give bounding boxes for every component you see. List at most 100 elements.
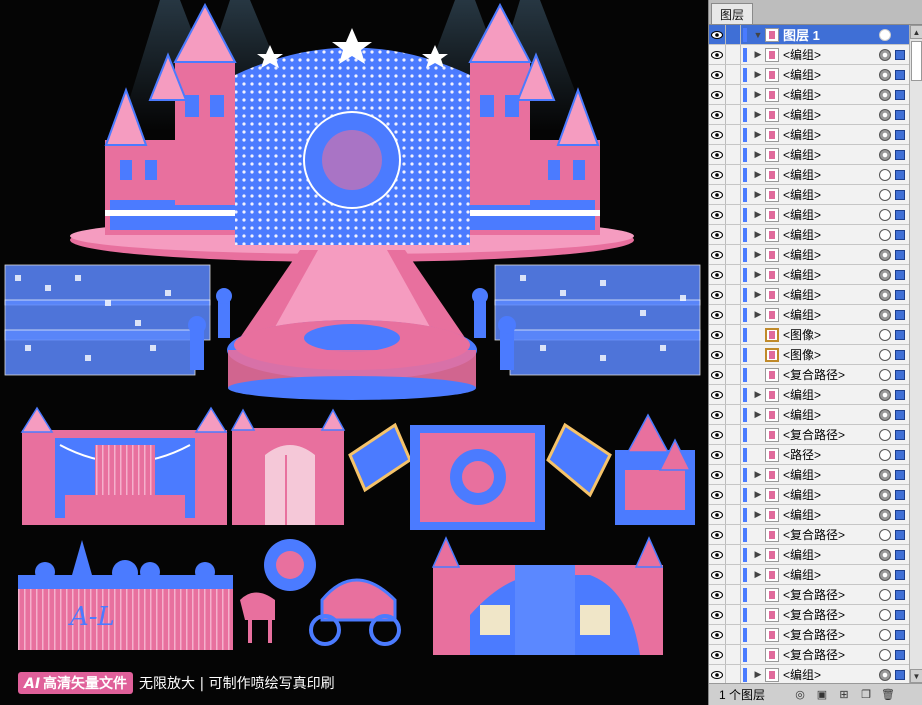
layer-name[interactable]: <编组> bbox=[783, 406, 879, 423]
target-circle-icon[interactable] bbox=[879, 668, 891, 681]
visibility-eye-icon[interactable] bbox=[709, 105, 726, 124]
target-circle-icon[interactable] bbox=[879, 168, 891, 181]
lock-toggle[interactable] bbox=[726, 305, 741, 324]
visibility-eye-icon[interactable] bbox=[709, 665, 726, 683]
expand-triangle-icon[interactable]: ▶ bbox=[751, 249, 765, 260]
visibility-eye-icon[interactable] bbox=[709, 445, 726, 464]
lock-toggle[interactable] bbox=[726, 465, 741, 484]
selection-square-icon[interactable] bbox=[895, 269, 905, 280]
selection-square-icon[interactable] bbox=[895, 309, 905, 320]
target-circle-icon[interactable] bbox=[879, 328, 891, 341]
selection-square-icon[interactable] bbox=[895, 89, 905, 100]
layer-row[interactable]: ▶ <编组> bbox=[709, 665, 909, 683]
expand-triangle-icon[interactable]: ▶ bbox=[751, 469, 765, 480]
selection-square-icon[interactable] bbox=[895, 249, 905, 260]
visibility-eye-icon[interactable] bbox=[709, 485, 726, 504]
layer-row[interactable]: ▶ <编组> bbox=[709, 385, 909, 405]
lock-toggle[interactable] bbox=[726, 365, 741, 384]
lock-toggle[interactable] bbox=[726, 285, 741, 304]
layer-row[interactable]: ▶ <复合路径> bbox=[709, 425, 909, 445]
layer-row[interactable]: ▶ <编组> bbox=[709, 165, 909, 185]
layer-name[interactable]: <编组> bbox=[783, 106, 879, 123]
expand-triangle-icon[interactable]: ▶ bbox=[751, 549, 765, 560]
selection-square-icon[interactable] bbox=[895, 409, 905, 420]
visibility-eye-icon[interactable] bbox=[709, 585, 726, 604]
layer-row[interactable]: ▶ <编组> bbox=[709, 185, 909, 205]
lock-toggle[interactable] bbox=[726, 445, 741, 464]
expand-triangle-icon[interactable]: ▶ bbox=[751, 49, 765, 60]
layer-row[interactable]: ▶ <编组> bbox=[709, 305, 909, 325]
lock-toggle[interactable] bbox=[726, 205, 741, 224]
target-circle-icon[interactable] bbox=[879, 548, 891, 561]
layer-row[interactable]: ▶ <编组> bbox=[709, 105, 909, 125]
target-circle-icon[interactable] bbox=[879, 268, 891, 281]
layer-name[interactable]: <编组> bbox=[783, 246, 879, 263]
target-circle-icon[interactable] bbox=[879, 388, 891, 401]
expand-triangle-icon[interactable]: ▶ bbox=[751, 569, 765, 580]
lock-toggle[interactable] bbox=[726, 105, 741, 124]
lock-toggle[interactable] bbox=[726, 385, 741, 404]
selection-square-icon[interactable] bbox=[895, 169, 905, 180]
layer-row[interactable]: ▶ <编组> bbox=[709, 545, 909, 565]
target-circle-icon[interactable] bbox=[879, 188, 891, 201]
lock-toggle[interactable] bbox=[726, 25, 741, 44]
selection-square-icon[interactable] bbox=[895, 109, 905, 120]
layer-row[interactable]: ▶ <编组> bbox=[709, 465, 909, 485]
layer-row[interactable]: ▶ <编组> bbox=[709, 485, 909, 505]
lock-toggle[interactable] bbox=[726, 185, 741, 204]
visibility-eye-icon[interactable] bbox=[709, 365, 726, 384]
visibility-eye-icon[interactable] bbox=[709, 425, 726, 444]
target-circle-icon[interactable] bbox=[879, 88, 891, 101]
selection-square-icon[interactable] bbox=[895, 649, 905, 660]
delete-layer-icon[interactable]: 🗑 bbox=[877, 687, 899, 703]
layer-name[interactable]: <编组> bbox=[783, 286, 879, 303]
layer-list-scrollbar[interactable]: ▲ ▼ bbox=[909, 25, 922, 683]
visibility-eye-icon[interactable] bbox=[709, 525, 726, 544]
layer-row[interactable]: ▶ <复合路径> bbox=[709, 625, 909, 645]
visibility-eye-icon[interactable] bbox=[709, 605, 726, 624]
layer-name[interactable]: <编组> bbox=[783, 66, 879, 83]
layer-name[interactable]: <复合路径> bbox=[783, 586, 879, 603]
layer-row[interactable]: ▶ <编组> bbox=[709, 205, 909, 225]
target-circle-icon[interactable] bbox=[879, 468, 891, 481]
layer-row[interactable]: ▶ <编组> bbox=[709, 225, 909, 245]
selection-square-icon[interactable] bbox=[895, 349, 905, 360]
layer-row[interactable]: ▶ <编组> bbox=[709, 125, 909, 145]
selection-square-icon[interactable] bbox=[895, 589, 905, 600]
target-circle-icon[interactable] bbox=[879, 568, 891, 581]
expand-triangle-icon[interactable]: ▶ bbox=[751, 69, 765, 80]
lock-toggle[interactable] bbox=[726, 525, 741, 544]
visibility-eye-icon[interactable] bbox=[709, 385, 726, 404]
lock-toggle[interactable] bbox=[726, 265, 741, 284]
layer-name[interactable]: <编组> bbox=[783, 566, 879, 583]
scroll-up-arrow-icon[interactable]: ▲ bbox=[910, 25, 922, 39]
new-layer-icon[interactable]: ❐ bbox=[855, 687, 877, 703]
visibility-eye-icon[interactable] bbox=[709, 465, 726, 484]
visibility-eye-icon[interactable] bbox=[709, 565, 726, 584]
expand-triangle-icon[interactable]: ▶ bbox=[751, 509, 765, 520]
lock-toggle[interactable] bbox=[726, 225, 741, 244]
target-circle-icon[interactable] bbox=[879, 248, 891, 261]
lock-toggle[interactable] bbox=[726, 605, 741, 624]
layer-name[interactable]: <编组> bbox=[783, 126, 879, 143]
layer-name[interactable]: <图像> bbox=[783, 346, 879, 363]
lock-toggle[interactable] bbox=[726, 345, 741, 364]
selection-square-icon[interactable] bbox=[895, 549, 905, 560]
collapse-triangle-icon[interactable]: ▼ bbox=[751, 30, 765, 40]
target-circle-icon[interactable] bbox=[879, 648, 891, 661]
expand-triangle-icon[interactable]: ▶ bbox=[751, 409, 765, 420]
target-circle-icon[interactable] bbox=[879, 348, 891, 361]
lock-toggle[interactable] bbox=[726, 425, 741, 444]
expand-triangle-icon[interactable]: ▶ bbox=[751, 389, 765, 400]
artboard-canvas[interactable]: A-L AI 高清矢量文件 无限放大 | 可制作喷绘写真印刷 bbox=[0, 0, 708, 705]
locate-object-icon[interactable]: ◎ bbox=[789, 687, 811, 703]
layer-name[interactable]: <编组> bbox=[783, 266, 879, 283]
selection-square-icon[interactable] bbox=[895, 49, 905, 60]
layer-row[interactable]: ▶ <编组> bbox=[709, 145, 909, 165]
target-circle-icon[interactable] bbox=[879, 528, 891, 541]
selection-square-icon[interactable] bbox=[895, 609, 905, 620]
layer-name[interactable]: <复合路径> bbox=[783, 626, 879, 643]
visibility-eye-icon[interactable] bbox=[709, 165, 726, 184]
visibility-eye-icon[interactable] bbox=[709, 65, 726, 84]
lock-toggle[interactable] bbox=[726, 325, 741, 344]
